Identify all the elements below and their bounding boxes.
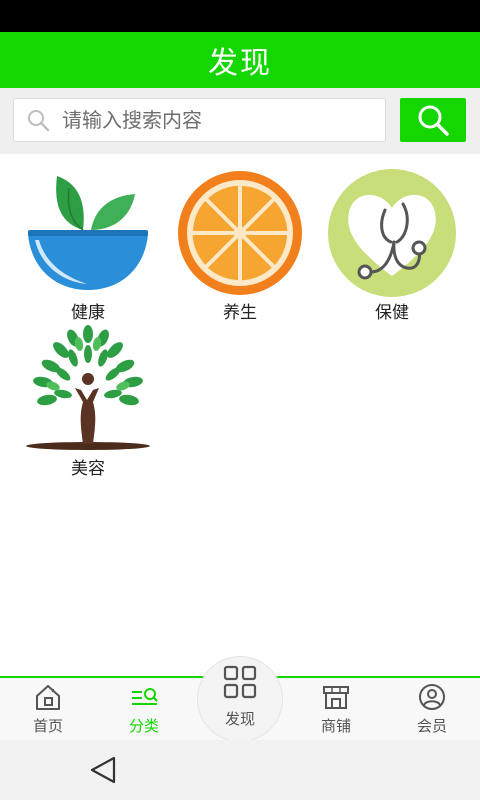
category-icon bbox=[132, 688, 158, 705]
category-item-beauty[interactable]: 美容 bbox=[18, 324, 158, 479]
tab-label: 发现 bbox=[224, 710, 255, 728]
user-icon bbox=[419, 684, 445, 710]
tab-home[interactable]: 首页 bbox=[0, 678, 96, 742]
search-box[interactable] bbox=[13, 98, 386, 142]
search-button[interactable] bbox=[400, 98, 466, 142]
category-item-health[interactable]: 健康 bbox=[18, 168, 158, 323]
category-label: 养生 bbox=[223, 303, 257, 323]
category-item-wellness[interactable]: 养生 bbox=[170, 168, 310, 323]
search-icon bbox=[418, 105, 449, 136]
orange-slice-icon bbox=[178, 171, 302, 295]
category-item-care[interactable]: 保健 bbox=[322, 168, 462, 323]
shop-icon bbox=[323, 686, 349, 709]
tab-label: 首页 bbox=[32, 717, 63, 735]
tab-label: 分类 bbox=[128, 717, 159, 735]
stethoscope-heart-icon bbox=[328, 169, 456, 297]
back-icon[interactable] bbox=[88, 754, 120, 786]
page-title: 发现 bbox=[208, 46, 272, 81]
category-label: 保健 bbox=[375, 303, 409, 323]
title-bar: 发现 bbox=[0, 32, 480, 88]
grid-icon bbox=[223, 665, 257, 699]
tab-label: 商铺 bbox=[320, 717, 351, 735]
search-input[interactable] bbox=[62, 108, 362, 132]
category-label: 美容 bbox=[71, 459, 105, 479]
plant-bowl-icon bbox=[28, 176, 148, 290]
tab-label: 会员 bbox=[416, 717, 447, 735]
system-nav-bar bbox=[0, 740, 480, 800]
tab-member[interactable]: 会员 bbox=[384, 678, 480, 742]
tab-discover[interactable]: 发现 bbox=[197, 664, 283, 740]
tab-category[interactable]: 分类 bbox=[96, 678, 192, 742]
home-icon bbox=[36, 685, 60, 710]
category-label: 健康 bbox=[71, 303, 105, 323]
search-icon bbox=[28, 110, 50, 132]
tab-shop[interactable]: 商铺 bbox=[288, 678, 384, 742]
search-area bbox=[0, 88, 480, 154]
tree-figure-icon bbox=[26, 325, 150, 450]
status-bar bbox=[0, 0, 480, 32]
